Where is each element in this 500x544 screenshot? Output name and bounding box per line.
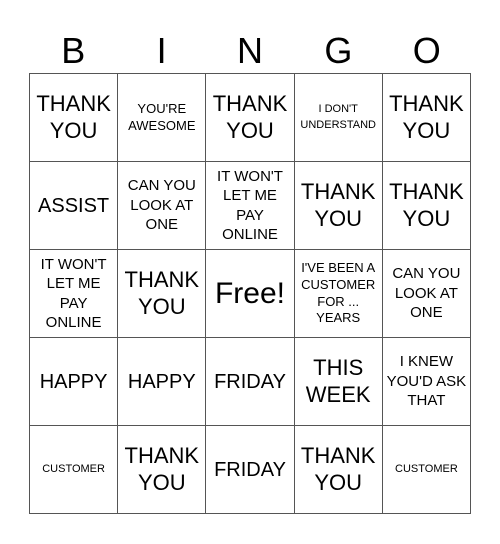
bingo-cell[interactable]: CAN YOU LOOK AT ONE [118,162,207,250]
bingo-cell-text: CAN YOU LOOK AT ONE [392,265,461,322]
bingo-cell-text: IT WON'T LET ME PAY ONLINE [217,167,283,244]
header-letter-b: B [61,29,86,71]
bingo-header: B I N G O [29,28,471,73]
bingo-cell[interactable]: I DON'T UNDERSTAND [294,74,383,162]
bingo-cell-text: THANK YOU [212,91,288,143]
bingo-cell[interactable]: THANK YOU [118,426,207,514]
bingo-cell-text: THANK YOU [389,91,464,143]
bingo-cell[interactable]: IT WON'T LET ME PAY ONLINE [30,250,119,338]
bingo-cell[interactable]: CAN YOU LOOK AT ONE [382,250,471,338]
bingo-cell-text: THANK YOU [36,91,111,143]
bingo-cell[interactable]: THANK YOU [382,74,471,162]
bingo-cell[interactable]: HAPPY [30,338,119,426]
bingo-grid: THANK YOU YOU'RE AWESOME THANK YOU I DON'T … [29,73,471,514]
bingo-cell-text: THIS WEEK [305,355,371,407]
bingo-cell[interactable]: CUSTOMER [30,426,119,514]
bingo-cell-text: THANK YOU [300,179,376,231]
bingo-cell[interactable]: CUSTOMER [382,426,471,514]
bingo-cell[interactable]: FRIDAY [206,338,295,426]
bingo-cell-text: THANK YOU [124,443,200,495]
bingo-cell-text: YOU'RE AWESOME [128,100,196,133]
bingo-cell-text: FRIDAY [214,458,286,481]
bingo-cell[interactable]: I KNEW YOU'D ASK THAT [382,338,471,426]
header-letter-g: G [324,29,353,71]
bingo-cell[interactable]: FRIDAY [206,426,295,514]
bingo-cell-text: THANK YOU [389,179,464,231]
bingo-cell-text: HAPPY [39,370,108,393]
bingo-cell[interactable]: I'VE BEEN A CUSTOMER FOR ... YEARS [294,250,383,338]
bingo-cell-text: ASSIST [38,194,110,217]
bingo-cell[interactable]: HAPPY [118,338,207,426]
bingo-cell-text: HAPPY [127,370,196,393]
bingo-cell[interactable]: THIS WEEK [294,338,383,426]
bingo-cell-text: I'VE BEEN A CUSTOMER FOR ... YEARS [301,259,376,326]
bingo-cell-free[interactable]: Free! [206,250,295,338]
bingo-cell[interactable]: THANK YOU [382,162,471,250]
bingo-cell[interactable]: IT WON'T LET ME PAY ONLINE [206,162,295,250]
bingo-cell[interactable]: THANK YOU [294,426,383,514]
header-letter-n: N [236,29,263,71]
header-letter-o: O [412,29,441,71]
bingo-cell-text: IT WON'T LET ME PAY ONLINE [40,255,107,332]
bingo-cell[interactable]: ASSIST [30,162,119,250]
bingo-cell[interactable]: THANK YOU [118,250,207,338]
bingo-cell-text: THANK YOU [300,443,376,495]
bingo-cell-text: THANK YOU [124,267,200,319]
bingo-cell[interactable]: THANK YOU [30,74,119,162]
bingo-cell-text: I DON'T UNDERSTAND [300,103,376,131]
bingo-cell-text: FRIDAY [214,370,286,393]
header-letter-i: I [156,29,167,71]
bingo-cell-text: I KNEW YOU'D ASK THAT [386,353,467,410]
bingo-cell[interactable]: THANK YOU [294,162,383,250]
bingo-cell[interactable]: THANK YOU [206,74,295,162]
bingo-cell-text: CAN YOU LOOK AT ONE [127,177,196,234]
bingo-cell-text: Free! [214,276,285,310]
bingo-cell-text: CUSTOMER [42,462,105,475]
bingo-cell-text: CUSTOMER [395,462,458,475]
bingo-cell[interactable]: YOU'RE AWESOME [118,74,207,162]
